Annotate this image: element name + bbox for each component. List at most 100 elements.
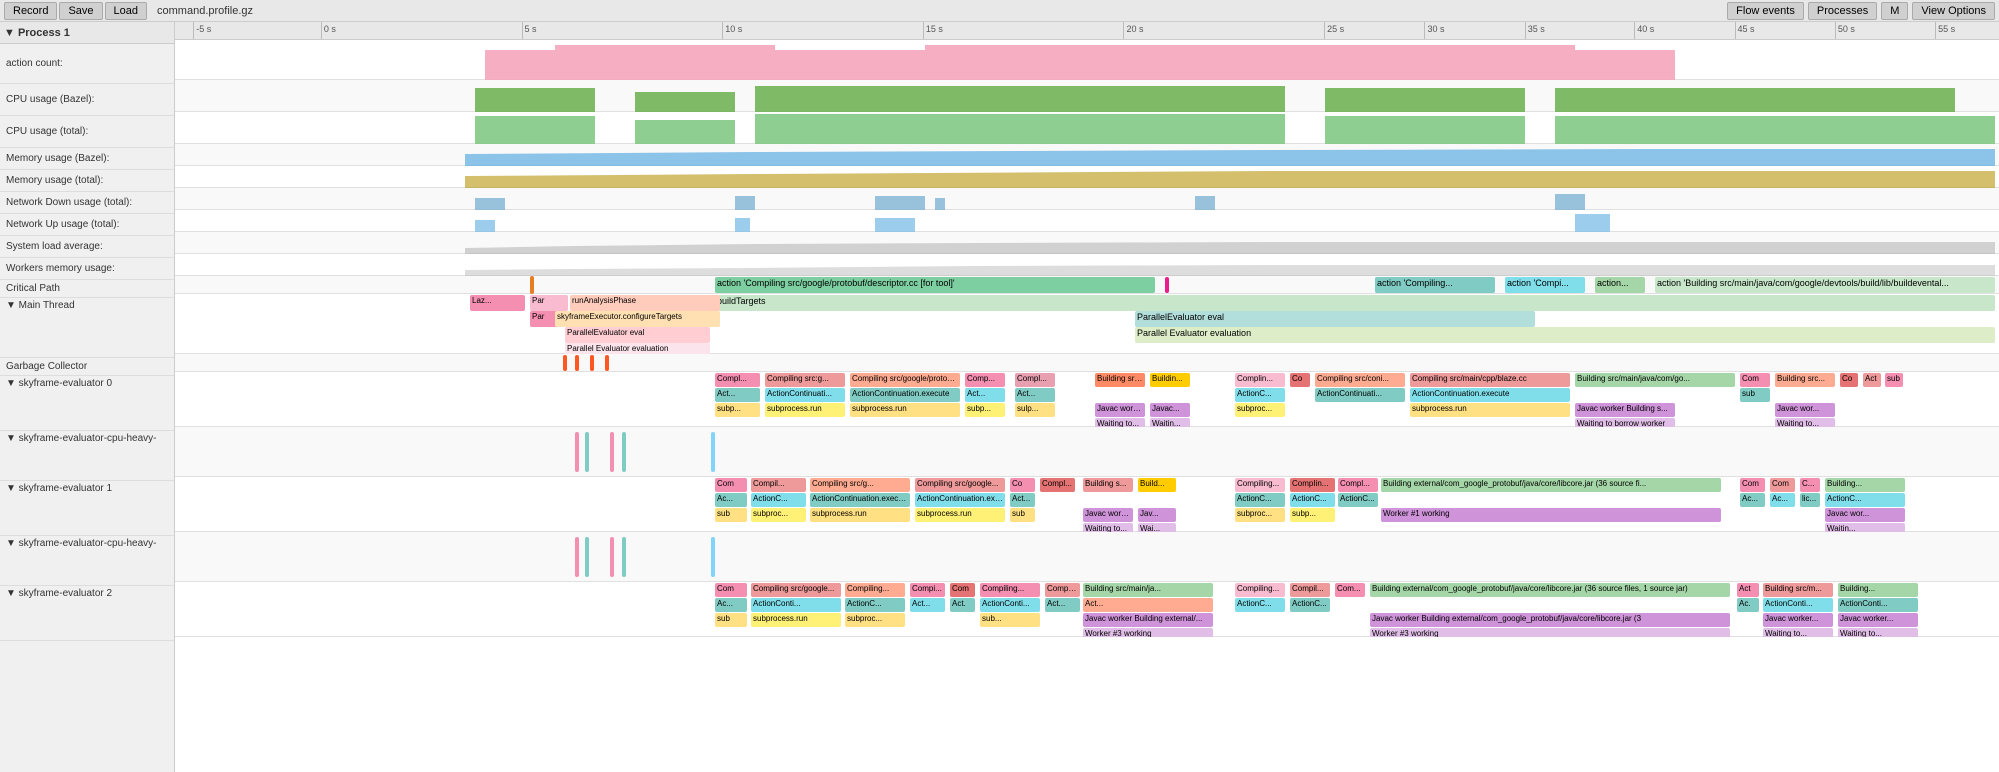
cpu1-bar2[interactable] xyxy=(585,537,589,577)
sf1-sub7[interactable]: sub xyxy=(1010,508,1035,522)
sf1-compling[interactable]: Compiling src/g... xyxy=(810,478,910,492)
sf0-javac1[interactable]: Javac work... xyxy=(1095,403,1145,417)
sf2-compiling3[interactable]: Compiling... xyxy=(1235,583,1285,597)
sf0-sub4[interactable]: subp... xyxy=(965,403,1005,417)
cpu0-bar4[interactable] xyxy=(622,432,626,472)
cp-marker-1[interactable] xyxy=(530,276,534,294)
m-button[interactable]: M xyxy=(1881,2,1908,20)
sf0-building-main[interactable]: Building src/main/java/com/go... xyxy=(1575,373,1735,387)
sf2-com2[interactable]: Com xyxy=(950,583,975,597)
sf0-act1[interactable]: Act xyxy=(1863,373,1881,387)
mt-skyframe[interactable]: skyframeExecutor.configureTargets xyxy=(555,311,720,327)
sf2-compling[interactable]: Compiling... xyxy=(845,583,905,597)
sf0-compile-main[interactable]: Compiling src/main/cpp/blaze.cc xyxy=(1410,373,1570,387)
sf1-sub5[interactable]: subproc... xyxy=(1235,508,1285,522)
sf0-building-1[interactable]: Building src... xyxy=(1095,373,1145,387)
sf0-compl-2[interactable]: Compiling src:g... xyxy=(765,373,845,387)
sf2-compiling2[interactable]: Compiling... xyxy=(980,583,1040,597)
sf1-javac1[interactable]: Javac worker... xyxy=(1083,508,1133,522)
processes-button[interactable]: Processes xyxy=(1808,2,1877,20)
sf2-ac5[interactable]: Act. xyxy=(950,598,975,612)
sf1-ac7[interactable]: ActionC... xyxy=(1338,493,1378,507)
sf0-act2[interactable]: Act... xyxy=(965,388,1005,402)
sf0-javaw[interactable]: Javac wor... xyxy=(1775,403,1835,417)
mt-parallel-eval-4[interactable]: Parallel Evaluator evaluation xyxy=(565,343,710,354)
mt-par[interactable]: Par xyxy=(530,295,568,311)
sf0-building-2[interactable]: Building src... xyxy=(1775,373,1835,387)
sf2-javac3[interactable]: Javac worker... xyxy=(1838,613,1918,627)
sf2-ac11[interactable]: ActionConti... xyxy=(1763,598,1833,612)
sf1-compling2[interactable]: Compiling src/google... xyxy=(915,478,1005,492)
sf2-javac1[interactable]: Javac worker Building external/... xyxy=(1083,613,1213,627)
sf2-com3[interactable]: Com... xyxy=(1335,583,1365,597)
mt-laz[interactable]: Laz... xyxy=(470,295,525,311)
sf2-sub4[interactable]: sub... xyxy=(980,613,1040,627)
sf0-compl-4[interactable]: Comp... xyxy=(965,373,1005,387)
sf1-sub6[interactable]: subp... xyxy=(1290,508,1335,522)
sf2-ac9[interactable]: ActionC... xyxy=(1290,598,1330,612)
sf0-sub1[interactable]: sub xyxy=(1885,373,1903,387)
sf0-sub8[interactable]: sub xyxy=(1740,388,1770,402)
sf1-ac10[interactable]: ActionC... xyxy=(1825,493,1905,507)
sf1-ac11[interactable]: Act... xyxy=(1010,493,1035,507)
sf0-act3[interactable]: Act... xyxy=(1015,388,1055,402)
cp-block-3[interactable]: action 'Compiling... xyxy=(1375,277,1495,293)
sf0-ac3[interactable]: ActionContinuation.execute xyxy=(850,388,960,402)
sf2-ac6[interactable]: ActionConti... xyxy=(980,598,1040,612)
sf2-ac8[interactable]: ActionC... xyxy=(1235,598,1285,612)
mt-parallel-eval-3[interactable]: ParallelEvaluator eval xyxy=(565,327,710,343)
cp-block-5[interactable]: action... xyxy=(1595,277,1645,293)
sf2-building-ext[interactable]: Building external/com_google_protobuf/ja… xyxy=(1370,583,1730,597)
sf2-worker2[interactable]: Javac worker Building external/com_googl… xyxy=(1370,613,1730,627)
sf2-com1[interactable]: Com xyxy=(715,583,747,597)
sf1-compl2[interactable]: Compl... xyxy=(1040,478,1075,492)
sf0-compiling-srcconi[interactable]: Compiling src/coni... xyxy=(1315,373,1405,387)
sf1-ac9[interactable]: Ac... xyxy=(1770,493,1795,507)
view-options-button[interactable]: View Options xyxy=(1912,2,1995,20)
sf0-wait1[interactable]: Waiting to... xyxy=(1095,418,1145,427)
sf0-ac1[interactable]: Act... xyxy=(715,388,760,402)
sf1-complin[interactable]: Compiling... xyxy=(1235,478,1285,492)
cpu1-bar1[interactable] xyxy=(575,537,579,577)
sf0-waitu[interactable]: Waiting to... xyxy=(1775,418,1835,427)
sf0-ac2[interactable]: ActionContinuati... xyxy=(765,388,845,402)
cpu1-bar5[interactable] xyxy=(711,537,715,577)
sf1-lic[interactable]: lic... xyxy=(1800,493,1820,507)
sf2-ac2[interactable]: ActionConti... xyxy=(751,598,841,612)
sf0-ac6[interactable]: ActionContinuation.execute xyxy=(1410,388,1570,402)
sf2-act2[interactable]: Act... xyxy=(1083,598,1213,612)
sf0-sub2[interactable]: subprocess.run xyxy=(765,403,845,417)
sf1-ac6[interactable]: ActionC... xyxy=(1290,493,1335,507)
sf0-compl-3[interactable]: Compiling src/google/protobuf/general... xyxy=(850,373,960,387)
cp-block-6[interactable]: action 'Building src/main/java/com/googl… xyxy=(1655,277,1995,293)
sf1-com3[interactable]: Com xyxy=(1770,478,1795,492)
sf0-sub7[interactable]: subprocess.run xyxy=(1410,403,1570,417)
sf1-compl1[interactable]: Compil... xyxy=(751,478,806,492)
sf0-javac2[interactable]: Javac... xyxy=(1150,403,1190,417)
sf2-building-main-ja[interactable]: Building src/main/ja... xyxy=(1083,583,1213,597)
cpu0-bar5[interactable] xyxy=(711,432,715,472)
sf1-com1[interactable]: Com xyxy=(715,478,747,492)
cpu1-bar3[interactable] xyxy=(610,537,614,577)
sf0-co2[interactable]: Co xyxy=(1840,373,1858,387)
sf1-sub4[interactable]: subprocess.run xyxy=(915,508,1005,522)
sf2-compi1[interactable]: Compi... xyxy=(910,583,945,597)
sf1-sub2[interactable]: subproc... xyxy=(751,508,806,522)
mt-build-targets[interactable]: buildTargets xyxy=(715,295,1995,311)
sf1-ac3[interactable]: ActionContinuation.execute xyxy=(810,493,910,507)
sf0-complin-1[interactable]: Complin... xyxy=(1235,373,1285,387)
sf2-sub3[interactable]: subproc... xyxy=(845,613,905,627)
sf2-act1[interactable]: Act xyxy=(1737,583,1759,597)
sf1-sub1[interactable]: sub xyxy=(715,508,747,522)
sf0-sub3[interactable]: subprocess.run xyxy=(850,403,960,417)
sf1-building[interactable]: Building s... xyxy=(1083,478,1133,492)
cpu1-bar4[interactable] xyxy=(622,537,626,577)
sf1-javaw[interactable]: Javac wor... xyxy=(1825,508,1905,522)
mt-parallel-eval-2[interactable]: Parallel Evaluator evaluation xyxy=(1135,327,1995,343)
sf2-ac1[interactable]: Ac... xyxy=(715,598,747,612)
sf0-ac4[interactable]: ActionC... xyxy=(1235,388,1285,402)
cp-block-1[interactable]: action 'Compiling src/google/protobuf/de… xyxy=(715,277,1155,293)
tracks-area[interactable]: action 'Compiling src/google/protobuf/de… xyxy=(175,40,1999,772)
sf1-sub3[interactable]: subprocess.run xyxy=(810,508,910,522)
sf0-compl-5[interactable]: Compl... xyxy=(1015,373,1055,387)
